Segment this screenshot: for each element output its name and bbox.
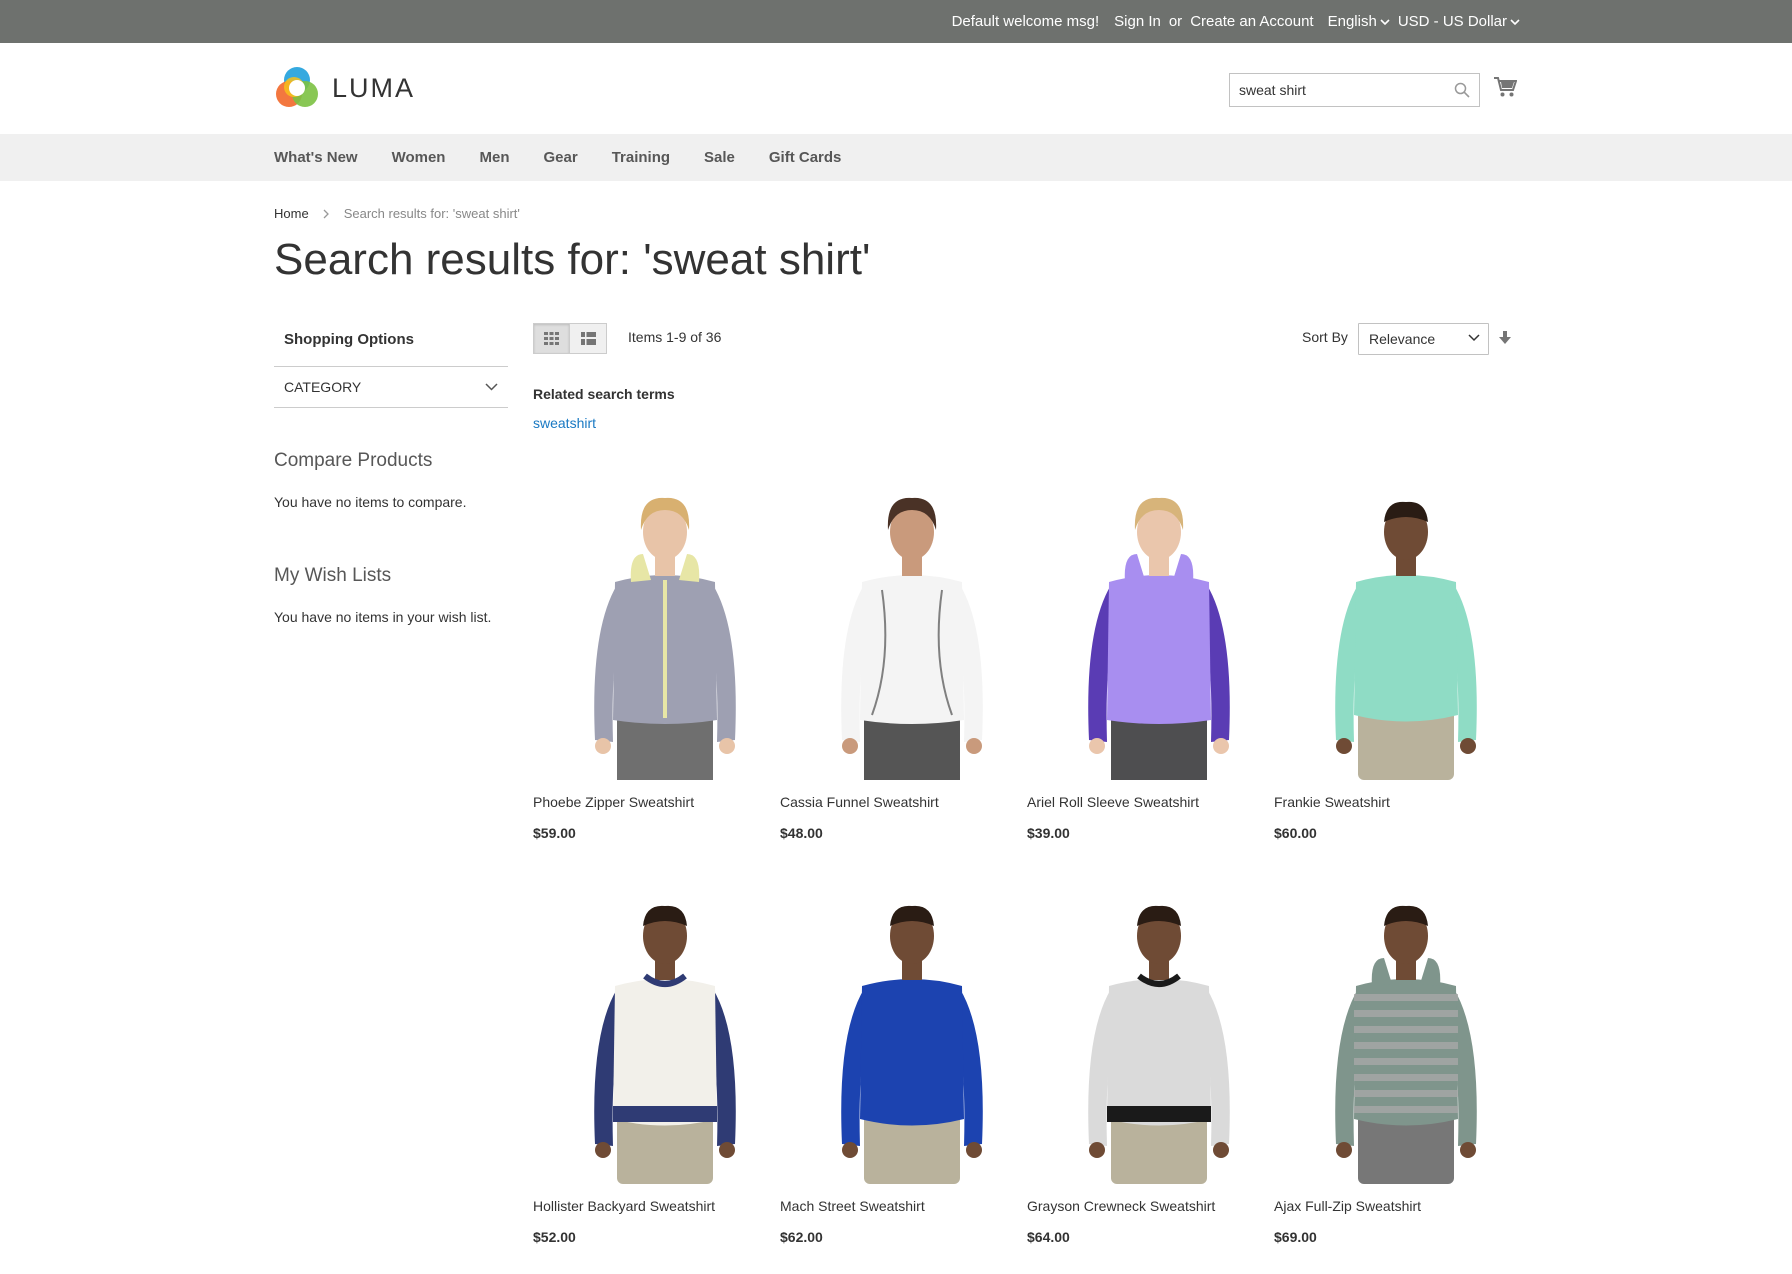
related-search-term-link[interactable]: sweatshirt bbox=[533, 415, 596, 431]
search-input[interactable] bbox=[1230, 74, 1440, 106]
toolbar-amount: Items 1-9 of 36 bbox=[628, 329, 722, 345]
model-photo bbox=[594, 497, 736, 780]
product-image[interactable] bbox=[780, 490, 1010, 780]
product-image[interactable] bbox=[533, 490, 763, 780]
product-name[interactable]: Phoebe Zipper Sweatshirt bbox=[533, 794, 763, 810]
model-photo bbox=[1335, 501, 1477, 780]
nav-item-women[interactable]: Women bbox=[392, 149, 446, 166]
luma-logo-icon bbox=[276, 67, 318, 107]
nav-item-gear[interactable]: Gear bbox=[543, 149, 577, 166]
product-item[interactable]: Ariel Roll Sleeve Sweatshirt $39.00 bbox=[1027, 490, 1257, 841]
sort-by-select[interactable]: Relevance bbox=[1358, 323, 1489, 355]
product-price: $59.00 bbox=[533, 825, 576, 841]
breadcrumb-current: Search results for: 'sweat shirt' bbox=[343, 206, 520, 221]
language-switcher[interactable]: English bbox=[1328, 13, 1390, 30]
language-label: English bbox=[1327, 13, 1377, 30]
category-filter-label: CATEGORY bbox=[284, 379, 362, 395]
header: LUMA bbox=[0, 43, 1792, 134]
model-photo bbox=[1335, 905, 1477, 1184]
product-name[interactable]: Grayson Crewneck Sweatshirt bbox=[1027, 1198, 1257, 1214]
chevron-right-icon bbox=[323, 209, 329, 218]
list-view-button[interactable] bbox=[570, 323, 607, 354]
sign-in-link[interactable]: Sign In bbox=[1114, 13, 1161, 30]
wish-list-empty-text: You have no items in your wish list. bbox=[274, 609, 492, 625]
breadcrumb: Home Search results for: 'sweat shirt' bbox=[274, 206, 520, 221]
nav-items: What's New Women Men Gear Training Sale Gift C… bbox=[274, 134, 875, 181]
product-name[interactable]: Ajax Full-Zip Sweatshirt bbox=[1274, 1198, 1504, 1214]
product-item[interactable]: Ajax Full-Zip Sweatshirt $69.00 bbox=[1274, 894, 1504, 1245]
compare-empty-text: You have no items to compare. bbox=[274, 494, 467, 510]
nav-item-sale[interactable]: Sale bbox=[704, 149, 735, 166]
product-price: $52.00 bbox=[533, 1229, 576, 1245]
product-name[interactable]: Mach Street Sweatshirt bbox=[780, 1198, 1010, 1214]
model-photo bbox=[841, 905, 983, 1184]
view-modes bbox=[533, 323, 607, 354]
grid-view-button[interactable] bbox=[533, 323, 570, 354]
search-box bbox=[1229, 73, 1480, 107]
product-name[interactable]: Ariel Roll Sleeve Sweatshirt bbox=[1027, 794, 1257, 810]
top-panel: Default welcome msg! Sign In or Create a… bbox=[0, 0, 1792, 43]
product-image[interactable] bbox=[1274, 894, 1504, 1184]
sort-direction-arrow-icon[interactable] bbox=[1499, 331, 1511, 345]
product-image[interactable] bbox=[780, 894, 1010, 1184]
grid-icon bbox=[544, 332, 559, 345]
nav-item-training[interactable]: Training bbox=[612, 149, 670, 166]
model-photo bbox=[1088, 497, 1230, 780]
product-image[interactable] bbox=[1027, 490, 1257, 780]
category-filter[interactable]: CATEGORY bbox=[274, 367, 508, 408]
cart-icon[interactable] bbox=[1493, 76, 1517, 98]
product-image[interactable] bbox=[533, 894, 763, 1184]
breadcrumb-home[interactable]: Home bbox=[274, 206, 309, 221]
product-price: $69.00 bbox=[1274, 1229, 1317, 1245]
product-price: $39.00 bbox=[1027, 825, 1070, 841]
product-price: $64.00 bbox=[1027, 1229, 1070, 1245]
top-links: Default welcome msg! Sign In or Create a… bbox=[952, 0, 1520, 43]
model-photo bbox=[1088, 905, 1230, 1184]
product-item[interactable]: Grayson Crewneck Sweatshirt $64.00 bbox=[1027, 894, 1257, 1245]
product-image[interactable] bbox=[1274, 490, 1504, 780]
chevron-down-icon bbox=[485, 383, 498, 391]
nav-item-men[interactable]: Men bbox=[479, 149, 509, 166]
welcome-message: Default welcome msg! bbox=[951, 13, 1100, 30]
product-item[interactable]: Phoebe Zipper Sweatshirt $59.00 bbox=[533, 490, 763, 841]
related-search-title: Related search terms bbox=[533, 386, 675, 402]
product-price: $48.00 bbox=[780, 825, 823, 841]
sort-by-label: Sort By bbox=[1302, 329, 1348, 345]
shopping-options-title: Shopping Options bbox=[274, 326, 508, 367]
product-image[interactable] bbox=[1027, 894, 1257, 1184]
logo[interactable]: LUMA bbox=[274, 65, 415, 111]
sidebar: Shopping Options CATEGORY Compare Produc… bbox=[274, 326, 508, 625]
chevron-down-icon bbox=[1510, 18, 1520, 25]
wish-list-title: My Wish Lists bbox=[274, 565, 392, 586]
currency-switcher[interactable]: USD - US Dollar bbox=[1398, 13, 1520, 30]
chevron-down-icon bbox=[1380, 18, 1390, 25]
page-title: Search results for: 'sweat shirt' bbox=[274, 235, 871, 284]
main-navigation: What's New Women Men Gear Training Sale Gift C… bbox=[0, 134, 1792, 181]
model-photo bbox=[594, 905, 736, 1184]
or-text: or bbox=[1168, 13, 1183, 30]
product-item[interactable]: Hollister Backyard Sweatshirt $52.00 bbox=[533, 894, 763, 1245]
currency-label: USD - US Dollar bbox=[1397, 13, 1507, 30]
product-price: $62.00 bbox=[780, 1229, 823, 1245]
model-photo bbox=[841, 497, 983, 780]
product-name[interactable]: Frankie Sweatshirt bbox=[1274, 794, 1504, 810]
nav-item-what-s-new[interactable]: What's New bbox=[274, 149, 358, 166]
product-name[interactable]: Cassia Funnel Sweatshirt bbox=[780, 794, 1010, 810]
compare-products-title: Compare Products bbox=[274, 450, 433, 471]
logo-text: LUMA bbox=[332, 72, 416, 103]
product-item[interactable]: Frankie Sweatshirt $60.00 bbox=[1274, 490, 1504, 841]
product-item[interactable]: Cassia Funnel Sweatshirt $48.00 bbox=[780, 490, 1010, 841]
product-name[interactable]: Hollister Backyard Sweatshirt bbox=[533, 1198, 763, 1214]
chevron-down-icon bbox=[1468, 334, 1480, 342]
nav-item-gift-cards[interactable]: Gift Cards bbox=[769, 149, 842, 166]
product-item[interactable]: Mach Street Sweatshirt $62.00 bbox=[780, 894, 1010, 1245]
list-icon bbox=[580, 332, 596, 345]
product-price: $60.00 bbox=[1274, 825, 1317, 841]
search-icon[interactable] bbox=[1454, 82, 1470, 98]
create-account-link[interactable]: Create an Account bbox=[1190, 13, 1313, 30]
sort-by-value: Relevance bbox=[1369, 331, 1436, 347]
